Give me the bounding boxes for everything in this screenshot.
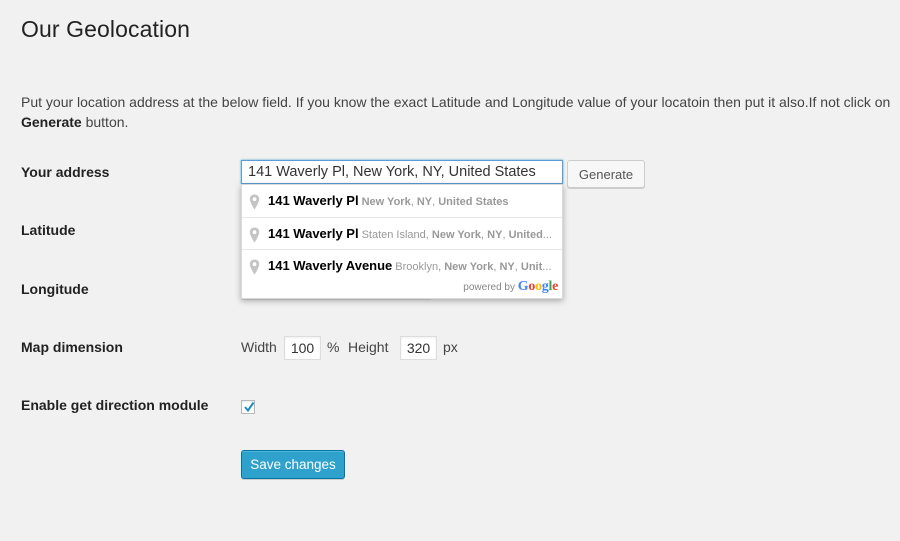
autocomplete-suggestion[interactable]: 141 Waverly Pl Staten Island, New York, N… — [242, 217, 562, 249]
suggestion-secondary-text: Staten Island, New York, NY, United... — [362, 229, 552, 241]
address-input[interactable] — [241, 160, 563, 184]
powered-by-google: powered by Google — [463, 280, 558, 295]
google-logo-letter: G — [517, 279, 529, 294]
address-autocomplete-dropdown: 141 Waverly Pl New York, NY, United State… — [241, 184, 563, 299]
suggestion-match: NY — [487, 229, 503, 241]
width-input[interactable] — [284, 336, 321, 360]
powered-by-text: powered by — [463, 282, 515, 293]
suggestion-prefix: Staten Island, — [361, 229, 432, 241]
checkmark-icon — [244, 401, 255, 413]
suggestion-main-text: 141 Waverly Pl — [268, 193, 359, 208]
longitude-label: Longitude — [21, 281, 89, 297]
map-dimension-label: Map dimension — [21, 339, 123, 355]
map-pin-icon — [249, 227, 260, 243]
google-logo-letter: e — [552, 279, 558, 294]
intro-text-main: Put your location address at the below f… — [21, 94, 891, 110]
suggestion-match: New York — [444, 261, 494, 273]
suggestion-ellipsis: ... — [542, 229, 552, 241]
autocomplete-suggestion[interactable]: 141 Waverly Avenue Brooklyn, New York, NY… — [242, 249, 562, 281]
suggestion-secondary-text: New York, NY, United States — [362, 196, 509, 208]
map-pin-icon — [249, 194, 260, 210]
suggestion-match: NY — [499, 261, 515, 273]
suggestion-match: Unit — [520, 261, 543, 273]
page-title: Our Geolocation — [21, 16, 190, 42]
autocomplete-suggestion[interactable]: 141 Waverly Pl New York, NY, United State… — [242, 185, 562, 217]
map-pin-icon — [249, 259, 260, 275]
suggestion-match: New York — [431, 229, 482, 241]
suggestion-match: United States — [438, 196, 509, 208]
generate-button[interactable]: Generate — [567, 160, 645, 188]
height-label: Height — [348, 339, 389, 355]
width-unit: % — [327, 339, 340, 355]
suggestion-match: NY — [416, 196, 433, 208]
direction-module-label: Enable get direction module — [21, 397, 209, 413]
intro-tail: button. — [81, 114, 129, 130]
address-label: Your address — [21, 164, 110, 180]
width-label: Width — [241, 339, 277, 355]
intro-text: Put your location address at the below f… — [21, 92, 891, 132]
google-logo: Google — [517, 279, 559, 294]
suggestion-main-text: 141 Waverly Avenue — [268, 258, 393, 273]
suggestion-match: United — [508, 229, 543, 241]
intro-bold: Generate — [21, 114, 82, 130]
height-input[interactable] — [400, 336, 437, 360]
suggestion-secondary-text: Brooklyn, New York, NY, Unit... — [395, 261, 551, 273]
latitude-label: Latitude — [21, 222, 76, 238]
google-logo-letter: o — [535, 279, 542, 294]
direction-module-checkbox[interactable] — [241, 400, 255, 414]
suggestion-prefix: Brooklyn, — [395, 261, 445, 273]
autocomplete-list: 141 Waverly Pl New York, NY, United State… — [242, 185, 562, 281]
height-unit: px — [443, 339, 458, 355]
suggestion-match: New York — [361, 196, 411, 208]
suggestion-main-text: 141 Waverly Pl — [268, 226, 359, 241]
save-changes-button[interactable]: Save changes — [241, 450, 345, 479]
suggestion-ellipsis: ... — [542, 261, 552, 273]
